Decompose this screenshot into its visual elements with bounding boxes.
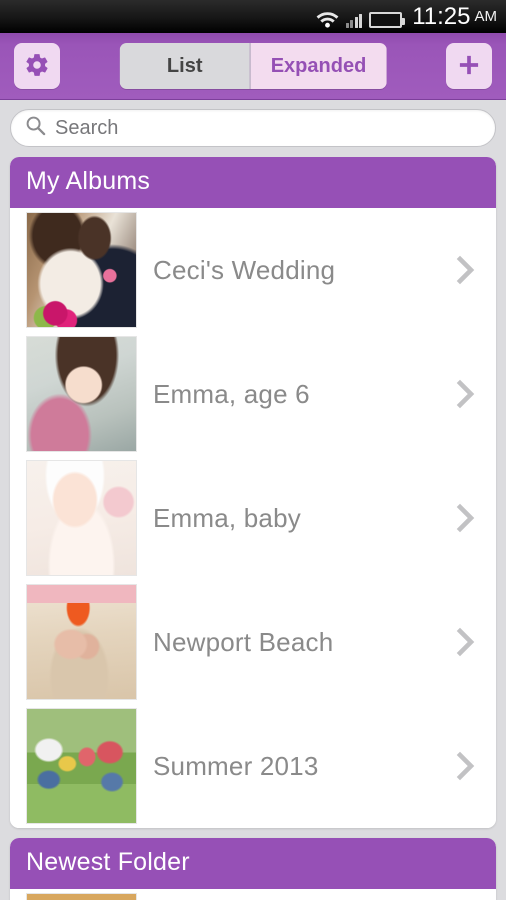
table-row[interactable]: Emma, age 6: [10, 332, 496, 456]
album-title: Newport Beach: [153, 626, 334, 657]
search-box[interactable]: [10, 109, 496, 147]
status-bar-time: 11:25: [412, 2, 471, 30]
table-row[interactable]: Emma, baby: [10, 456, 496, 580]
table-row[interactable]: Newport Beach: [10, 580, 496, 704]
search-icon: [25, 115, 46, 141]
gear-icon: [24, 52, 50, 81]
section-header-my-albums: My Albums: [10, 157, 496, 208]
search-input[interactable]: [55, 116, 481, 140]
album-title: Summer 2013: [153, 750, 319, 781]
album-title: Emma, baby: [153, 502, 301, 533]
app-root: 11:25 AM List Expanded Search My Albums …: [0, 0, 506, 900]
chevron-right-icon[interactable]: [444, 750, 488, 782]
status-bar-ampm: AM: [474, 8, 498, 25]
album-scroll-area[interactable]: My Albums Ceci's Wedding Emma, age 6 Emm…: [0, 157, 506, 900]
album-thumbnail: [26, 212, 137, 328]
section-header-newest-folder: Newest Folder: [10, 838, 496, 889]
section-card-my-albums: My Albums Ceci's Wedding Emma, age 6 Emm…: [10, 157, 496, 828]
chevron-right-icon[interactable]: [444, 378, 488, 410]
plus-icon: [456, 52, 482, 81]
segment-list[interactable]: List: [119, 43, 250, 89]
battery-icon: [369, 11, 406, 28]
top-toolbar: List Expanded: [0, 33, 506, 100]
segment-expanded[interactable]: Expanded: [250, 43, 387, 89]
status-bar-icons: [316, 6, 406, 28]
view-mode-segmented-control[interactable]: List Expanded: [119, 43, 387, 89]
album-thumbnail: [26, 460, 137, 576]
album-title: Emma, age 6: [153, 378, 310, 409]
status-bar: 11:25 AM: [0, 0, 506, 33]
album-thumbnail: [26, 708, 137, 824]
chevron-right-icon[interactable]: [444, 626, 488, 658]
album-thumbnail: [26, 584, 137, 700]
album-thumbnail: [26, 336, 137, 452]
cellular-signal-icon: [345, 12, 363, 28]
settings-button[interactable]: [14, 43, 60, 89]
add-album-button[interactable]: [446, 43, 492, 89]
album-title: Ceci's Wedding: [153, 254, 336, 285]
section-card-newest-folder: Newest Folder: [10, 838, 496, 900]
table-row[interactable]: Summer 2013: [10, 704, 496, 828]
album-thumbnail: [26, 893, 137, 900]
chevron-right-icon[interactable]: [444, 502, 488, 534]
table-row[interactable]: Ceci's Wedding: [10, 208, 496, 332]
search-bar-container: [0, 100, 506, 155]
wifi-icon: [316, 9, 339, 28]
table-row[interactable]: [10, 889, 496, 900]
chevron-right-icon[interactable]: [444, 254, 488, 286]
